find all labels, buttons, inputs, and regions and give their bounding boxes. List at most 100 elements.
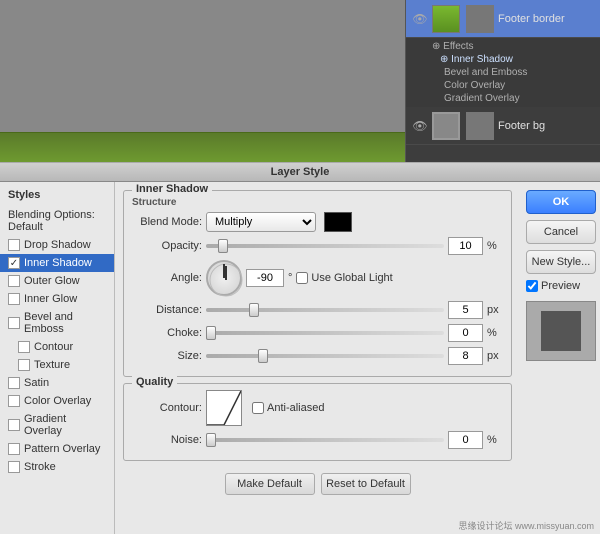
sidebar-item-inner-shadow[interactable]: ✓ Inner Shadow — [0, 254, 114, 272]
satin-checkbox[interactable] — [8, 377, 20, 389]
distance-slider-thumb[interactable] — [249, 303, 259, 317]
choke-input[interactable] — [448, 324, 483, 342]
preview-checkbox[interactable] — [526, 280, 538, 292]
distance-slider-container — [206, 308, 444, 312]
choke-slider-thumb[interactable] — [206, 326, 216, 340]
opacity-slider-thumb[interactable] — [218, 239, 228, 253]
ok-button[interactable]: OK — [526, 190, 596, 214]
layer-footer-border[interactable]: 👁 Footer border — [406, 0, 600, 38]
size-slider-thumb[interactable] — [258, 349, 268, 363]
angle-row: Angle: ° Use Global Light — [132, 260, 503, 296]
opacity-unit: % — [487, 240, 503, 252]
drop-shadow-checkbox[interactable] — [8, 239, 20, 251]
layer-mask-footer-bg — [466, 112, 494, 140]
angle-dial[interactable] — [206, 260, 242, 296]
eye-icon[interactable]: 👁 — [412, 11, 428, 27]
choke-label: Choke: — [132, 327, 202, 339]
title-bar: Layer Style — [0, 162, 600, 182]
use-global-light-text: Use Global Light — [311, 272, 392, 284]
sidebar-item-inner-glow[interactable]: Inner Glow — [0, 290, 114, 308]
opacity-slider-track[interactable] — [206, 244, 444, 248]
opacity-slider-container — [206, 244, 444, 248]
preview-checkbox-row: Preview — [526, 280, 594, 292]
noise-unit: % — [487, 434, 503, 446]
new-style-button[interactable]: New Style... — [526, 250, 596, 274]
sidebar-item-color-overlay[interactable]: Color Overlay — [0, 392, 114, 410]
noise-label: Noise: — [132, 434, 202, 446]
layer-label-footer-bg: Footer bg — [498, 120, 594, 132]
dialog-title: Layer Style — [271, 166, 330, 178]
contour-preview[interactable] — [206, 390, 242, 426]
sidebar-item-stroke[interactable]: Stroke — [0, 458, 114, 476]
degree-symbol: ° — [288, 272, 292, 284]
contour-row: Contour: Anti-aliased — [132, 390, 503, 426]
use-global-light-label: Use Global Light — [296, 272, 392, 284]
use-global-light-checkbox[interactable] — [296, 272, 308, 284]
pattern-overlay-label: Pattern Overlay — [24, 443, 100, 455]
size-slider-track[interactable] — [206, 354, 444, 358]
inner-glow-label: Inner Glow — [24, 293, 77, 305]
distance-label: Distance: — [132, 304, 202, 316]
angle-label: Angle: — [132, 272, 202, 284]
sidebar-item-bevel-emboss[interactable]: Bevel and Emboss — [0, 308, 114, 338]
bevel-emboss-checkbox[interactable] — [8, 317, 20, 329]
layer-thumb-footer-bg — [432, 112, 460, 140]
pattern-overlay-checkbox[interactable] — [8, 443, 20, 455]
contour-checkbox[interactable] — [18, 341, 30, 353]
blend-mode-select[interactable]: Multiply — [206, 212, 316, 232]
noise-slider-thumb[interactable] — [206, 433, 216, 447]
make-default-button[interactable]: Make Default — [225, 473, 315, 495]
texture-checkbox[interactable] — [18, 359, 30, 371]
sidebar-item-gradient-overlay[interactable]: Gradient Overlay — [0, 410, 114, 440]
inner-glow-checkbox[interactable] — [8, 293, 20, 305]
noise-row: Noise: % — [132, 431, 503, 449]
choke-slider-track[interactable] — [206, 331, 444, 335]
angle-input[interactable] — [246, 269, 284, 287]
color-overlay-label: Color Overlay — [24, 395, 91, 407]
stroke-label: Stroke — [24, 461, 56, 473]
opacity-row: Opacity: % — [132, 237, 503, 255]
layer-footer-bg[interactable]: 👁 Footer bg — [406, 107, 600, 145]
size-label: Size: — [132, 350, 202, 362]
effect-inner-shadow[interactable]: ⊕ Inner Shadow — [432, 53, 594, 66]
sidebar-item-blending-options[interactable]: Blending Options: Default — [0, 206, 114, 236]
sidebar-item-texture[interactable]: Texture — [0, 356, 114, 374]
sidebar-item-contour[interactable]: Contour — [0, 338, 114, 356]
eye-icon-bg[interactable]: 👁 — [412, 118, 428, 134]
stroke-checkbox[interactable] — [8, 461, 20, 473]
outer-glow-checkbox[interactable] — [8, 275, 20, 287]
blending-options-label: Blending Options: Default — [8, 209, 106, 233]
distance-slider-track[interactable] — [206, 308, 444, 312]
anti-aliased-checkbox[interactable] — [252, 402, 264, 414]
canvas-area — [0, 0, 405, 162]
gradient-overlay-checkbox[interactable] — [8, 419, 20, 431]
opacity-label: Opacity: — [132, 240, 202, 252]
bottom-buttons: Make Default Reset to Default — [123, 467, 512, 501]
top-panel: 👁 Footer border ⊕ Effects ⊕ Inner Shadow… — [0, 0, 600, 162]
noise-slider-track[interactable] — [206, 438, 444, 442]
sidebar-item-drop-shadow[interactable]: Drop Shadow — [0, 236, 114, 254]
preview-inner-box — [541, 311, 581, 351]
choke-unit: % — [487, 327, 503, 339]
texture-label: Texture — [34, 359, 70, 371]
size-input[interactable] — [448, 347, 483, 365]
sidebar-item-pattern-overlay[interactable]: Pattern Overlay — [0, 440, 114, 458]
inner-shadow-checkbox[interactable]: ✓ — [8, 257, 20, 269]
distance-row: Distance: px — [132, 301, 503, 319]
noise-input[interactable] — [448, 431, 483, 449]
effect-color-overlay[interactable]: Color Overlay — [432, 79, 594, 92]
effect-gradient-overlay[interactable]: Gradient Overlay — [432, 92, 594, 105]
cancel-button[interactable]: Cancel — [526, 220, 596, 244]
reset-to-default-button[interactable]: Reset to Default — [321, 473, 411, 495]
bevel-emboss-label: Bevel and Emboss — [24, 311, 106, 335]
color-overlay-checkbox[interactable] — [8, 395, 20, 407]
sidebar-item-satin[interactable]: Satin — [0, 374, 114, 392]
preview-label: Preview — [541, 280, 580, 292]
effect-bevel-emboss[interactable]: Bevel and Emboss — [432, 66, 594, 79]
opacity-input[interactable] — [448, 237, 483, 255]
sidebar-item-outer-glow[interactable]: Outer Glow — [0, 272, 114, 290]
noise-slider-container — [206, 438, 444, 442]
distance-input[interactable] — [448, 301, 483, 319]
blend-mode-row: Blend Mode: Multiply — [132, 212, 503, 232]
color-swatch[interactable] — [324, 212, 352, 232]
